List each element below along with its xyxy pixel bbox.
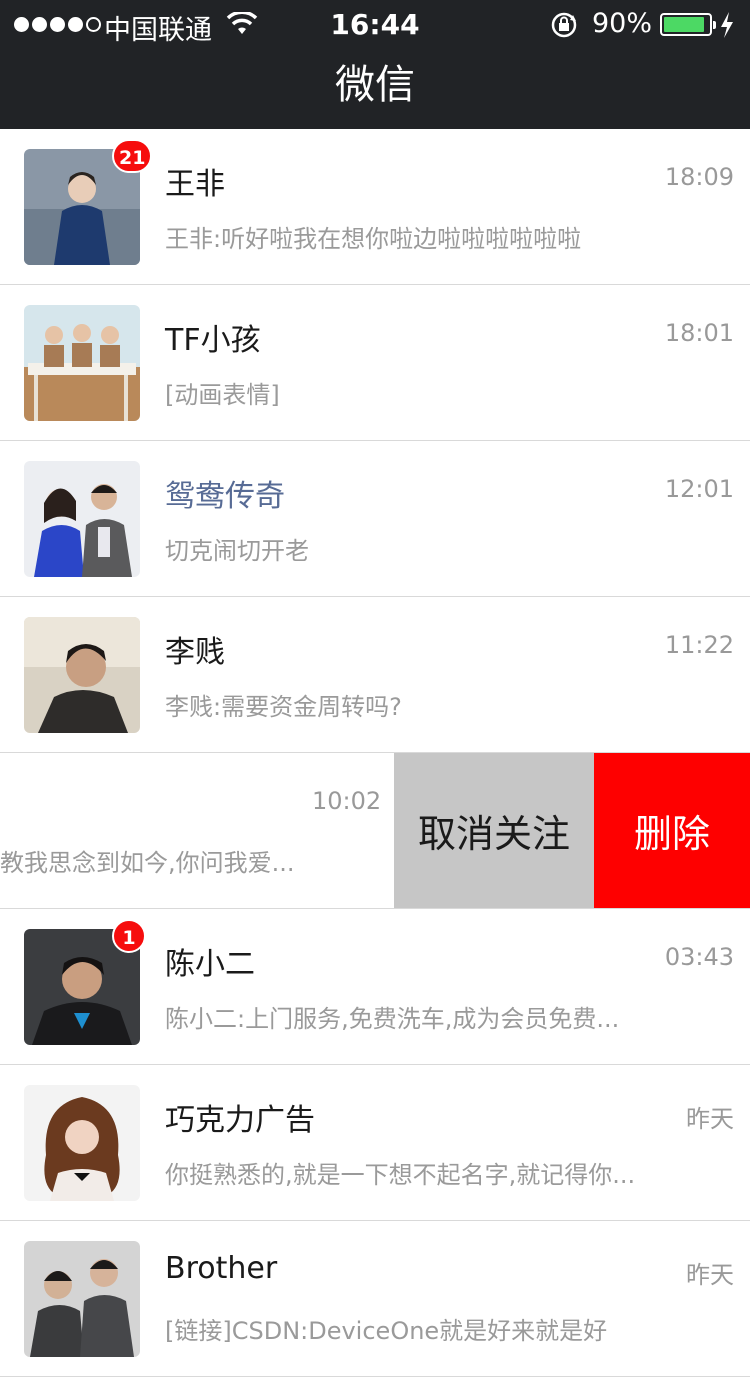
conversation-row[interactable]: 鸳鸯传奇 12:01 切克闹切开老 xyxy=(0,441,750,597)
message-preview: 王非:听好啦我在想你啦边啦啦啦啦啦啦 xyxy=(165,225,582,253)
avatar xyxy=(24,1241,140,1357)
contact-name: Brother xyxy=(165,1251,278,1286)
rotation-lock-icon xyxy=(551,12,577,38)
swiped-row-content[interactable]: 10:02 教我思念到如今,你问我爱... xyxy=(0,753,394,908)
conversation-list: 21 王非 18:09 王非:听好啦我在想你啦边啦啦啦啦啦啦 TF小孩 18:0… xyxy=(0,129,750,1377)
conversation-row[interactable]: Brother 昨天 [链接]CSDN:DeviceOne就是好来就是好 xyxy=(0,1221,750,1377)
unread-badge: 1 xyxy=(112,919,146,953)
conversation-row[interactable]: 李贱 11:22 李贱:需要资金周转吗? xyxy=(0,597,750,753)
message-preview: 教我思念到如今,你问我爱... xyxy=(0,849,295,877)
conversation-row[interactable]: 21 王非 18:09 王非:听好啦我在想你啦边啦啦啦啦啦啦 xyxy=(0,129,750,285)
conversation-row[interactable]: 1 陈小二 03:43 陈小二:上门服务,免费洗车,成为会员免费... xyxy=(0,909,750,1065)
message-time: 昨天 xyxy=(686,1105,734,1133)
conversation-row-swiped[interactable]: 10:02 教我思念到如今,你问我爱... 取消关注 删除 xyxy=(0,753,750,909)
message-preview: 陈小二:上门服务,免费洗车,成为会员免费... xyxy=(165,1005,620,1033)
message-time: 18:01 xyxy=(664,319,734,347)
top-bar: 中国联通 16:44 90% 微信 xyxy=(0,0,750,129)
conversation-row[interactable]: 巧克力广告 昨天 你挺熟悉的,就是一下想不起名字,就记得你... xyxy=(0,1065,750,1221)
contact-name: 鸳鸯传奇 xyxy=(165,479,285,514)
contact-name: TF小孩 xyxy=(165,323,261,358)
message-preview: [链接]CSDN:DeviceOne就是好来就是好 xyxy=(165,1317,608,1345)
delete-button[interactable]: 删除 xyxy=(594,753,750,908)
avatar xyxy=(24,305,140,421)
message-preview: 李贱:需要资金周转吗? xyxy=(165,693,402,721)
unread-badge: 21 xyxy=(112,139,153,173)
message-preview: 切克闹切开老 xyxy=(165,537,309,565)
message-time: 昨天 xyxy=(686,1261,734,1289)
avatar xyxy=(24,617,140,733)
message-time: 10:02 xyxy=(312,787,382,815)
unfollow-button[interactable]: 取消关注 xyxy=(394,753,594,908)
contact-name: 巧克力广告 xyxy=(165,1103,315,1138)
battery-icon xyxy=(660,13,716,36)
message-time: 18:09 xyxy=(664,163,734,191)
avatar xyxy=(24,1085,140,1201)
page-title: 微信 xyxy=(335,62,415,108)
message-preview: [动画表情] xyxy=(165,381,280,409)
conversation-row[interactable]: TF小孩 18:01 [动画表情] xyxy=(0,285,750,441)
contact-name: 李贱 xyxy=(165,635,225,670)
status-bar: 中国联通 16:44 90% xyxy=(0,0,750,50)
message-preview: 你挺熟悉的,就是一下想不起名字,就记得你... xyxy=(165,1161,636,1189)
contact-name: 陈小二 xyxy=(165,947,255,982)
message-time: 03:43 xyxy=(664,943,734,971)
contact-name: 王非 xyxy=(165,167,225,202)
message-time: 12:01 xyxy=(664,475,734,503)
avatar xyxy=(24,461,140,577)
battery-percent: 90% xyxy=(592,8,653,39)
message-time: 11:22 xyxy=(664,631,734,659)
charging-icon xyxy=(721,12,733,38)
